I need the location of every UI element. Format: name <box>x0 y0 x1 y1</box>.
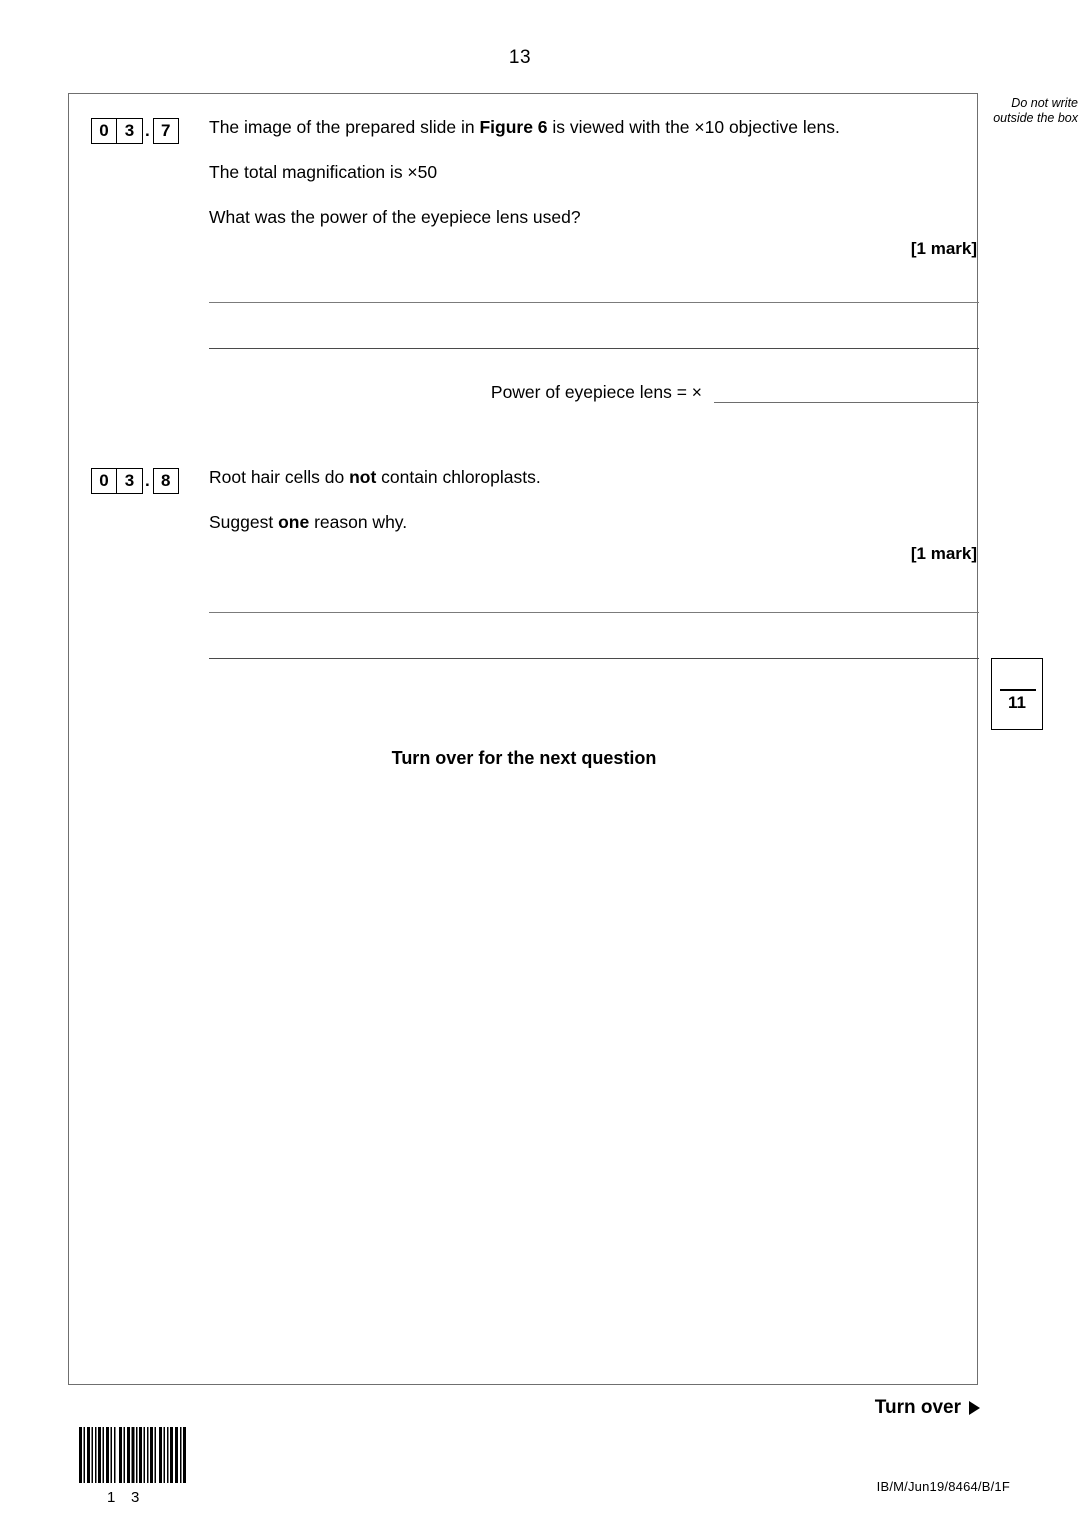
question-digit-cell: 0 <box>91 118 117 144</box>
triangle-right-icon <box>969 1401 980 1415</box>
question-line: Suggest one reason why. <box>209 511 979 533</box>
question-line: Root hair cells do not contain chloropla… <box>209 466 979 488</box>
question-digit-cell: 3 <box>117 468 143 494</box>
question-03-7-text: The image of the prepared slide in Figur… <box>209 116 979 259</box>
barcode-icon <box>79 1427 186 1483</box>
answer-rule-gap <box>209 303 979 348</box>
paper-code: IB/M/Jun19/8464/B/1F <box>876 1479 1010 1494</box>
question-text-part: reason why. <box>309 512 408 532</box>
answer-lines-03-7[interactable] <box>209 302 979 349</box>
answer-rule-gap <box>209 613 979 658</box>
page-number: 13 <box>508 47 532 68</box>
question-digit-cell: 0 <box>91 468 117 494</box>
question-number-03-7: 0 3 . 7 <box>91 118 179 144</box>
question-number-separator: . <box>145 471 150 490</box>
barcode-digits: 1 3 <box>79 1489 187 1507</box>
question-text-part: What was the power of the eyepiece lens … <box>209 207 581 227</box>
question-text-bold: one <box>278 512 310 532</box>
question-subdigit-cell: 7 <box>152 118 179 144</box>
do-not-write-outside-box-note: Do not write outside the box <box>993 96 1078 125</box>
turn-over-for-next-question-label: Turn over for the next question <box>391 748 657 768</box>
marks-label-03-8: [1 mark] <box>910 544 977 563</box>
answer-rule[interactable] <box>209 658 979 659</box>
barcode-digit-right: 3 <box>131 1489 140 1506</box>
question-text-part: The total magnification is ×50 <box>209 162 438 182</box>
answer-lines-03-8[interactable] <box>209 612 979 659</box>
question-line: The image of the prepared slide in Figur… <box>209 116 979 138</box>
question-text-bold: not <box>349 467 377 487</box>
marks-label-03-7: [1 mark] <box>910 239 977 258</box>
question-text-part: contain chloroplasts. <box>376 467 541 487</box>
total-marks-divider <box>1000 689 1036 691</box>
turn-over-footer: Turn over <box>875 1397 980 1419</box>
question-number-separator: . <box>145 121 150 140</box>
total-marks-value: 11 <box>1008 693 1026 712</box>
question-text-part: Root hair cells do <box>209 467 350 487</box>
question-subdigit-cell: 8 <box>152 468 179 494</box>
question-text-part: is viewed with the ×10 objective lens. <box>547 117 840 137</box>
answer-field-input[interactable] <box>714 382 979 403</box>
question-text-bold: Figure 6 <box>479 117 548 137</box>
question-line: What was the power of the eyepiece lens … <box>209 206 979 228</box>
question-number-03-8: 0 3 . 8 <box>91 468 179 494</box>
question-digit-cell: 3 <box>117 118 143 144</box>
answer-field-label: Power of eyepiece lens = × <box>490 382 702 402</box>
question-03-8-text: Root hair cells do not contain chloropla… <box>209 466 979 564</box>
answer-area-box: 0 3 . 7 The image of the prepared slide … <box>68 93 979 1385</box>
question-line: The total magnification is ×50 <box>209 161 979 183</box>
turn-over-label: Turn over <box>874 1397 961 1418</box>
answer-rule[interactable] <box>209 348 979 349</box>
question-text-part: Suggest <box>209 512 279 532</box>
barcode-digit-left: 1 <box>107 1489 116 1506</box>
question-text-part: The image of the prepared slide in <box>209 117 480 137</box>
answer-field-eyepiece-power[interactable]: Power of eyepiece lens = × <box>209 381 979 403</box>
total-marks-box: 11 <box>991 658 1043 730</box>
barcode-block: 1 3 <box>79 1427 187 1507</box>
